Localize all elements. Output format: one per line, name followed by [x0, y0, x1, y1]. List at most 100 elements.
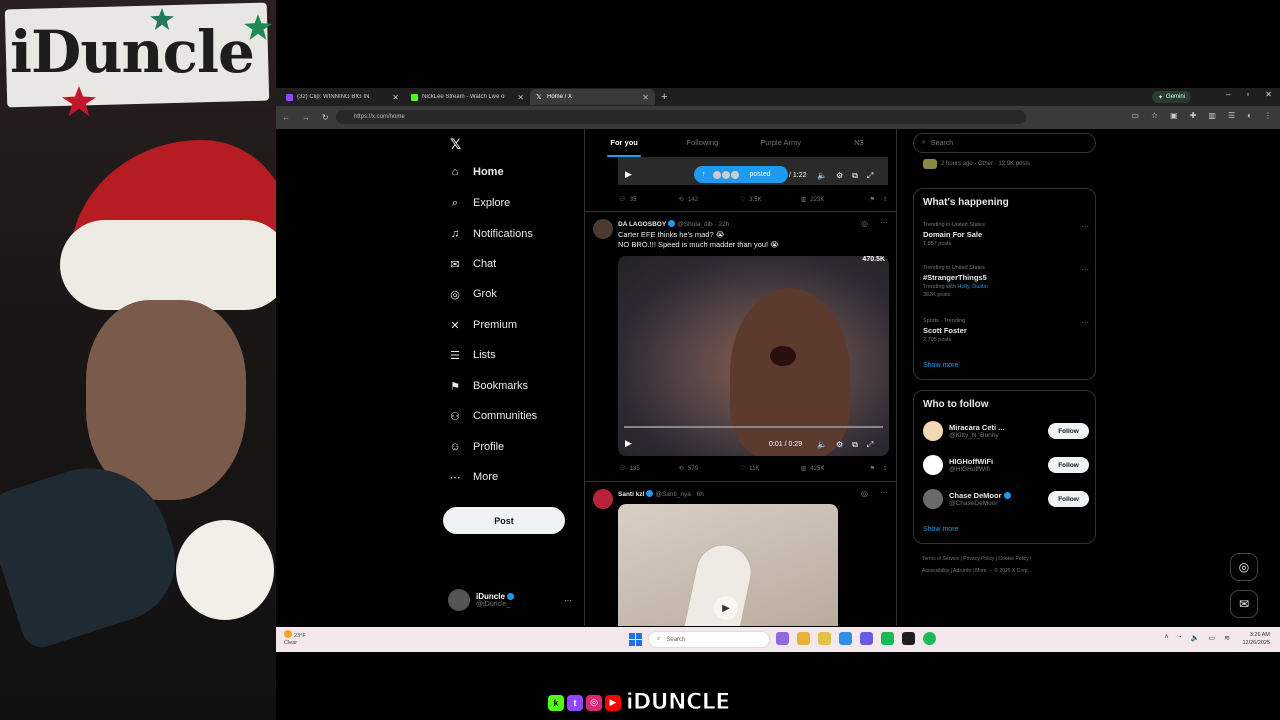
settings-icon[interactable]: ⚙ — [836, 171, 843, 181]
sidepanel-icon[interactable]: ▥ — [1208, 111, 1216, 120]
nav-item-explore[interactable]: ⌕ Explore — [448, 196, 510, 210]
browser-tab-twitch[interactable]: (32) Clip: WINNING BIG IN ✕ — [280, 89, 405, 105]
follow-suggestion[interactable]: Miracara Ceti ... @Kitty_N_Bunny Follow — [923, 421, 1089, 441]
repost-button[interactable]: ⟲ 142 — [679, 196, 740, 204]
grok-icon[interactable]: ◎ — [861, 219, 868, 228]
minimize-icon[interactable]: – — [1226, 90, 1230, 99]
forward-icon[interactable]: → — [302, 113, 310, 122]
nav-item-premium[interactable]: ✕ Premium — [448, 318, 517, 332]
pip-icon[interactable]: ⧉ — [852, 440, 858, 450]
volume-icon[interactable]: 🔈 — [817, 440, 827, 450]
share-icon[interactable]: ⇪ — [883, 465, 888, 472]
spotify-icon[interactable] — [881, 632, 894, 645]
footer-links[interactable]: Terms of Service | Privacy Policy | Cook… — [922, 553, 1092, 565]
video-player[interactable]: 470.5K — [618, 256, 889, 456]
chrome-icon[interactable] — [797, 632, 810, 645]
nav-item-more[interactable]: ⋯ More — [448, 470, 499, 484]
close-icon[interactable]: ✕ — [642, 93, 649, 102]
fullscreen-icon[interactable]: ⤢ — [867, 171, 873, 181]
spotify-icon[interactable] — [923, 632, 936, 645]
bookmark-icon[interactable]: ⚑ — [870, 196, 875, 203]
views-button[interactable]: ▥ 425K — [801, 465, 862, 473]
maximize-icon[interactable]: ▫ — [1246, 90, 1249, 99]
like-button[interactable]: ♡ 11K — [740, 465, 801, 473]
avatar[interactable] — [593, 489, 613, 509]
play-icon[interactable]: ▶ — [625, 438, 632, 449]
clock[interactable]: 3:26 AM 12/26/2025 — [1242, 631, 1270, 647]
mail-icon[interactable]: ✉ — [1230, 590, 1258, 618]
reply-button[interactable]: 💬︎ 135 — [618, 465, 679, 473]
nav-item-bookmarks[interactable]: ⚑ Bookmarks — [448, 379, 528, 393]
trend-item[interactable]: Sports · Trending Scott Foster 2,795 pos… — [923, 318, 1089, 343]
follow-suggestion[interactable]: HIGHoffWiFi @HIGHoffWifi Follow — [923, 455, 1089, 475]
url-bar[interactable]: https://x.com/home — [336, 110, 1026, 124]
follow-suggestion[interactable]: Chase DeMoor @ChaseDeMoor Follow — [923, 489, 1089, 509]
network-icon[interactable]: ◔ — [1178, 634, 1182, 642]
views-button[interactable]: ▥ 223K — [801, 196, 862, 204]
discord-icon[interactable] — [860, 632, 873, 645]
play-icon[interactable]: ▶ — [625, 169, 632, 180]
repost-button[interactable]: ⟲ 579 — [679, 465, 740, 473]
reload-icon[interactable]: ↻ — [322, 113, 329, 122]
edge-icon[interactable] — [839, 632, 852, 645]
search-input[interactable]: ⌕ Search — [913, 133, 1096, 153]
close-icon[interactable]: ✕ — [392, 93, 399, 102]
footer-links[interactable]: Accessibility | Ads info | More ··· © 20… — [922, 565, 1092, 577]
close-window-icon[interactable]: ✕ — [1265, 90, 1272, 99]
back-icon[interactable]: ← — [282, 113, 290, 122]
close-icon[interactable]: ✕ — [517, 93, 524, 102]
like-button[interactable]: ♡ 3.5K — [740, 196, 801, 204]
nav-item-grok[interactable]: ◎ Grok — [448, 287, 497, 301]
obs-icon[interactable] — [902, 632, 915, 645]
bookmark-star-icon[interactable]: ☆ — [1151, 111, 1158, 120]
avatar[interactable] — [593, 219, 613, 239]
more-icon[interactable]: ··· — [1081, 222, 1089, 231]
more-icon[interactable]: ··· — [1081, 265, 1089, 274]
settings-icon[interactable]: ⚙ — [836, 440, 843, 450]
nav-item-home[interactable]: ⌂ Home — [448, 165, 504, 179]
pip-icon[interactable]: ⧉ — [852, 171, 858, 181]
tab-n3[interactable]: N3 — [820, 129, 896, 157]
grok-icon[interactable]: ◎ — [1230, 553, 1258, 581]
follow-button[interactable]: Follow — [1048, 457, 1089, 473]
extension-icon[interactable]: ▣ — [1170, 111, 1178, 120]
weather-widget[interactable]: 23°F Clear — [284, 630, 306, 647]
new-tab-button[interactable]: + — [661, 91, 667, 103]
more-icon[interactable]: ··· — [1081, 318, 1089, 327]
trend-item[interactable]: Trending in United States #StrangerThing… — [923, 265, 1089, 298]
account-switcher[interactable]: iDuncle @iDuncle_ ··· — [448, 589, 572, 611]
tab-following[interactable]: Following — [663, 129, 741, 157]
trend-item[interactable]: Trending in United States Domain For Sal… — [923, 222, 1089, 247]
grok-icon[interactable]: ◎ — [861, 489, 868, 498]
fullscreen-icon[interactable]: ⤢ — [867, 440, 873, 450]
display-icon[interactable]: ▭ — [1209, 634, 1216, 642]
tab-purple-army[interactable]: Purple Army — [742, 129, 820, 157]
follow-button[interactable]: Follow — [1048, 423, 1089, 439]
copilot-icon[interactable] — [776, 632, 789, 645]
list-icon[interactable]: ☰ — [1228, 111, 1235, 120]
tab-for-you[interactable]: For you — [585, 129, 663, 157]
volume-icon[interactable]: 🔈 — [817, 171, 827, 181]
show-more-link[interactable]: Show more — [923, 526, 958, 533]
new-posts-pill[interactable]: ↑ posted — [694, 166, 788, 183]
show-more-link[interactable]: Show more — [923, 362, 958, 369]
nav-item-lists[interactable]: ☰ Lists — [448, 348, 496, 362]
browser-tab-kick[interactable]: NickLee Stream - Watch Live o ✕ — [405, 89, 530, 105]
menu-icon[interactable]: ⋮ — [1264, 111, 1272, 120]
more-icon[interactable]: ··· — [564, 596, 572, 605]
puzzle-icon[interactable]: ✚ — [1190, 111, 1197, 120]
video-progress-bar[interactable] — [624, 426, 883, 428]
follow-button[interactable]: Follow — [1048, 491, 1089, 507]
more-icon[interactable]: ··· — [880, 218, 888, 227]
post-button[interactable]: Post — [443, 507, 565, 534]
profile-icon[interactable]: ◐ — [1247, 111, 1252, 120]
nav-item-communities[interactable]: ⚇ Communities — [448, 409, 537, 423]
taskbar-search[interactable]: ⌕ Search — [648, 631, 770, 648]
volume-icon[interactable]: 🔈 — [1191, 634, 1200, 642]
nav-item-notifications[interactable]: ♫ Notifications — [448, 227, 533, 241]
reply-button[interactable]: 💬︎ 35 — [618, 196, 679, 204]
bookmark-icon[interactable]: ⚑ — [870, 465, 875, 472]
play-icon[interactable]: ▶ — [714, 596, 738, 620]
nav-item-chat[interactable]: ✉ Chat — [448, 257, 496, 271]
video-player[interactable]: ▶ — [618, 504, 838, 626]
